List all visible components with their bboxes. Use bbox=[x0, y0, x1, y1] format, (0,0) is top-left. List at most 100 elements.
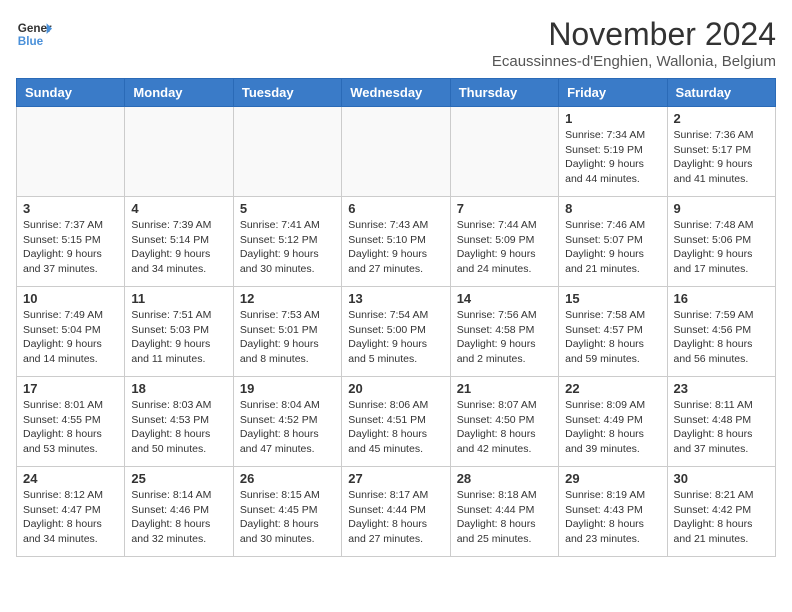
calendar-cell: 9 Sunrise: 7:48 AM Sunset: 5:06 PM Daylig… bbox=[667, 197, 775, 287]
logo: General Blue bbox=[16, 16, 52, 52]
day-info: Sunrise: 7:48 AM Sunset: 5:06 PM Dayligh… bbox=[674, 218, 769, 277]
calendar-cell: 3 Sunrise: 7:37 AM Sunset: 5:15 PM Daylig… bbox=[17, 197, 125, 287]
calendar-header-row: SundayMondayTuesdayWednesdayThursdayFrid… bbox=[17, 79, 776, 107]
day-info: Sunrise: 7:34 AM Sunset: 5:19 PM Dayligh… bbox=[565, 128, 660, 187]
calendar-cell: 19Sunrise: 8:04 AM Sunset: 4:52 PM Dayli… bbox=[233, 377, 341, 467]
day-info: Sunrise: 8:19 AM Sunset: 4:43 PM Dayligh… bbox=[565, 488, 660, 547]
calendar-cell bbox=[17, 107, 125, 197]
day-info: Sunrise: 8:21 AM Sunset: 4:42 PM Dayligh… bbox=[674, 488, 769, 547]
calendar-cell: 25 Sunrise: 8:14 AM Sunset: 4:46 PM Dayli… bbox=[125, 467, 233, 557]
day-number: 4 bbox=[131, 201, 226, 216]
calendar-cell: 17 Sunrise: 8:01 AM Sunset: 4:55 PM Dayli… bbox=[17, 377, 125, 467]
calendar-cell bbox=[450, 107, 558, 197]
day-number: 17 bbox=[23, 381, 118, 396]
day-info: Sunrise: 7:53 AM Sunset: 5:01 PM Dayligh… bbox=[240, 308, 335, 367]
day-info: Sunrise: 7:41 AM Sunset: 5:12 PM Dayligh… bbox=[240, 218, 335, 277]
location-subtitle: Ecaussinnes-d'Enghien, Wallonia, Belgium bbox=[492, 53, 776, 70]
calendar-header-saturday: Saturday bbox=[667, 79, 775, 107]
day-number: 12 bbox=[240, 291, 335, 306]
day-number: 24 bbox=[23, 471, 118, 486]
calendar-cell: 28 Sunrise: 8:18 AM Sunset: 4:44 PM Dayli… bbox=[450, 467, 558, 557]
calendar-cell: 11Sunrise: 7:51 AM Sunset: 5:03 PM Dayli… bbox=[125, 287, 233, 377]
calendar-cell: 20Sunrise: 8:06 AM Sunset: 4:51 PM Dayli… bbox=[342, 377, 450, 467]
calendar-week-4: 17 Sunrise: 8:01 AM Sunset: 4:55 PM Dayli… bbox=[17, 377, 776, 467]
day-number: 18 bbox=[131, 381, 226, 396]
day-info: Sunrise: 8:03 AM Sunset: 4:53 PM Dayligh… bbox=[131, 398, 226, 457]
calendar-header-sunday: Sunday bbox=[17, 79, 125, 107]
calendar-header-monday: Monday bbox=[125, 79, 233, 107]
day-number: 8 bbox=[565, 201, 660, 216]
calendar-header-tuesday: Tuesday bbox=[233, 79, 341, 107]
day-number: 9 bbox=[674, 201, 769, 216]
day-info: Sunrise: 8:17 AM Sunset: 4:44 PM Dayligh… bbox=[348, 488, 443, 547]
calendar-cell bbox=[342, 107, 450, 197]
calendar-week-3: 10Sunrise: 7:49 AM Sunset: 5:04 PM Dayli… bbox=[17, 287, 776, 377]
day-number: 11 bbox=[131, 291, 226, 306]
day-info: Sunrise: 8:18 AM Sunset: 4:44 PM Dayligh… bbox=[457, 488, 552, 547]
day-info: Sunrise: 7:46 AM Sunset: 5:07 PM Dayligh… bbox=[565, 218, 660, 277]
day-number: 20 bbox=[348, 381, 443, 396]
day-number: 2 bbox=[674, 111, 769, 126]
day-info: Sunrise: 7:59 AM Sunset: 4:56 PM Dayligh… bbox=[674, 308, 769, 367]
day-number: 26 bbox=[240, 471, 335, 486]
calendar-cell: 6 Sunrise: 7:43 AM Sunset: 5:10 PM Daylig… bbox=[342, 197, 450, 287]
calendar-cell: 5 Sunrise: 7:41 AM Sunset: 5:12 PM Daylig… bbox=[233, 197, 341, 287]
day-number: 7 bbox=[457, 201, 552, 216]
calendar-cell: 7 Sunrise: 7:44 AM Sunset: 5:09 PM Daylig… bbox=[450, 197, 558, 287]
calendar-cell: 4 Sunrise: 7:39 AM Sunset: 5:14 PM Daylig… bbox=[125, 197, 233, 287]
day-info: Sunrise: 8:14 AM Sunset: 4:46 PM Dayligh… bbox=[131, 488, 226, 547]
day-info: Sunrise: 8:09 AM Sunset: 4:49 PM Dayligh… bbox=[565, 398, 660, 457]
calendar-cell: 24 Sunrise: 8:12 AM Sunset: 4:47 PM Dayli… bbox=[17, 467, 125, 557]
day-info: Sunrise: 8:15 AM Sunset: 4:45 PM Dayligh… bbox=[240, 488, 335, 547]
calendar-cell: 13Sunrise: 7:54 AM Sunset: 5:00 PM Dayli… bbox=[342, 287, 450, 377]
day-number: 10 bbox=[23, 291, 118, 306]
calendar-cell: 15Sunrise: 7:58 AM Sunset: 4:57 PM Dayli… bbox=[559, 287, 667, 377]
calendar-cell: 22 Sunrise: 8:09 AM Sunset: 4:49 PM Dayli… bbox=[559, 377, 667, 467]
day-info: Sunrise: 7:54 AM Sunset: 5:00 PM Dayligh… bbox=[348, 308, 443, 367]
day-info: Sunrise: 8:01 AM Sunset: 4:55 PM Dayligh… bbox=[23, 398, 118, 457]
day-number: 23 bbox=[674, 381, 769, 396]
calendar-cell bbox=[233, 107, 341, 197]
calendar: SundayMondayTuesdayWednesdayThursdayFrid… bbox=[16, 78, 776, 557]
day-number: 19 bbox=[240, 381, 335, 396]
day-info: Sunrise: 8:12 AM Sunset: 4:47 PM Dayligh… bbox=[23, 488, 118, 547]
calendar-cell: 1 Sunrise: 7:34 AM Sunset: 5:19 PM Daylig… bbox=[559, 107, 667, 197]
calendar-cell: 10Sunrise: 7:49 AM Sunset: 5:04 PM Dayli… bbox=[17, 287, 125, 377]
day-number: 5 bbox=[240, 201, 335, 216]
calendar-week-1: 1 Sunrise: 7:34 AM Sunset: 5:19 PM Daylig… bbox=[17, 107, 776, 197]
day-info: Sunrise: 8:11 AM Sunset: 4:48 PM Dayligh… bbox=[674, 398, 769, 457]
day-number: 28 bbox=[457, 471, 552, 486]
calendar-cell: 12 Sunrise: 7:53 AM Sunset: 5:01 PM Dayli… bbox=[233, 287, 341, 377]
day-number: 6 bbox=[348, 201, 443, 216]
day-number: 1 bbox=[565, 111, 660, 126]
month-title: November 2024 bbox=[492, 16, 776, 53]
calendar-cell: 21 Sunrise: 8:07 AM Sunset: 4:50 PM Dayli… bbox=[450, 377, 558, 467]
day-number: 16 bbox=[674, 291, 769, 306]
svg-text:Blue: Blue bbox=[18, 35, 44, 48]
day-number: 3 bbox=[23, 201, 118, 216]
calendar-cell: 29Sunrise: 8:19 AM Sunset: 4:43 PM Dayli… bbox=[559, 467, 667, 557]
day-info: Sunrise: 8:07 AM Sunset: 4:50 PM Dayligh… bbox=[457, 398, 552, 457]
calendar-week-2: 3 Sunrise: 7:37 AM Sunset: 5:15 PM Daylig… bbox=[17, 197, 776, 287]
day-info: Sunrise: 7:37 AM Sunset: 5:15 PM Dayligh… bbox=[23, 218, 118, 277]
day-number: 25 bbox=[131, 471, 226, 486]
calendar-cell bbox=[125, 107, 233, 197]
calendar-cell: 30Sunrise: 8:21 AM Sunset: 4:42 PM Dayli… bbox=[667, 467, 775, 557]
calendar-cell: 26 Sunrise: 8:15 AM Sunset: 4:45 PM Dayli… bbox=[233, 467, 341, 557]
day-info: Sunrise: 7:58 AM Sunset: 4:57 PM Dayligh… bbox=[565, 308, 660, 367]
calendar-header-thursday: Thursday bbox=[450, 79, 558, 107]
page-header: General Blue November 2024 Ecaussinnes-d… bbox=[16, 16, 776, 70]
day-number: 21 bbox=[457, 381, 552, 396]
calendar-cell: 18 Sunrise: 8:03 AM Sunset: 4:53 PM Dayli… bbox=[125, 377, 233, 467]
day-info: Sunrise: 7:44 AM Sunset: 5:09 PM Dayligh… bbox=[457, 218, 552, 277]
calendar-header-wednesday: Wednesday bbox=[342, 79, 450, 107]
logo-icon: General Blue bbox=[16, 16, 52, 52]
day-info: Sunrise: 7:39 AM Sunset: 5:14 PM Dayligh… bbox=[131, 218, 226, 277]
calendar-cell: 14Sunrise: 7:56 AM Sunset: 4:58 PM Dayli… bbox=[450, 287, 558, 377]
day-number: 14 bbox=[457, 291, 552, 306]
day-info: Sunrise: 7:43 AM Sunset: 5:10 PM Dayligh… bbox=[348, 218, 443, 277]
calendar-cell: 27Sunrise: 8:17 AM Sunset: 4:44 PM Dayli… bbox=[342, 467, 450, 557]
calendar-cell: 2Sunrise: 7:36 AM Sunset: 5:17 PM Daylig… bbox=[667, 107, 775, 197]
day-number: 22 bbox=[565, 381, 660, 396]
calendar-cell: 23 Sunrise: 8:11 AM Sunset: 4:48 PM Dayli… bbox=[667, 377, 775, 467]
